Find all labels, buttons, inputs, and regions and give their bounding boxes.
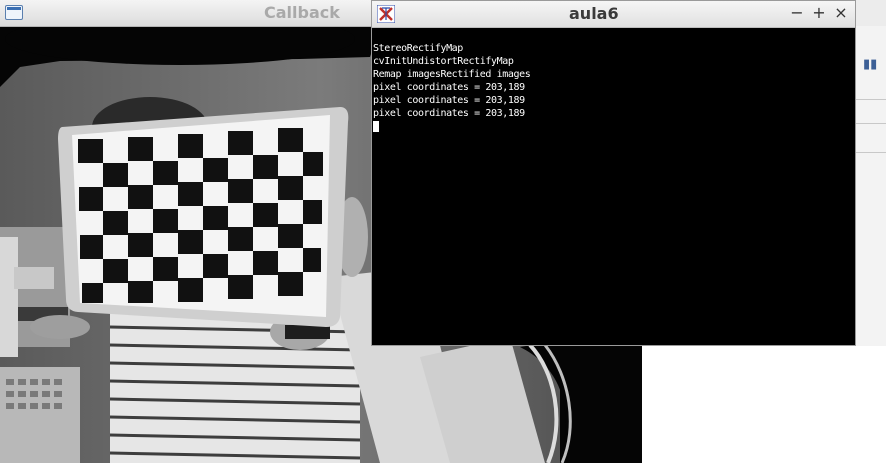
- terminal-window: aula6 − + × StereoRectifyMap cvInitUndis…: [371, 0, 856, 346]
- xterm-app-icon[interactable]: [376, 4, 396, 24]
- terminal-line: StereoRectifyMap: [373, 43, 463, 54]
- terminal-lines: StereoRectifyMap cvInitUndistortRectifyM…: [373, 42, 531, 133]
- terminal-output[interactable]: StereoRectifyMap cvInitUndistortRectifyM…: [372, 28, 855, 345]
- terminal-line: cvInitUndistortRectifyMap: [373, 56, 514, 67]
- terminal-title: aula6: [569, 4, 619, 23]
- callback-title: Callback: [264, 3, 340, 22]
- terminal-line: pixel coordinates = 203,189: [373, 108, 525, 119]
- maximize-button[interactable]: +: [810, 4, 828, 22]
- terminal-titlebar[interactable]: aula6 − + ×: [372, 1, 855, 28]
- terminal-line: pixel coordinates = 203,189: [373, 95, 525, 106]
- terminal-line: pixel coordinates = 203,189: [373, 82, 525, 93]
- terminal-line: Remap imagesRectified images: [373, 69, 531, 80]
- text-cursor: [373, 121, 379, 132]
- background-app-toolbar: ▮▮: [855, 26, 886, 346]
- divider: [856, 152, 886, 153]
- background-app-panel: [642, 346, 886, 463]
- terminal-cursor-line: [373, 120, 530, 133]
- divider: [856, 99, 886, 100]
- minimize-button[interactable]: −: [788, 4, 806, 22]
- columns-icon[interactable]: ▮▮: [863, 57, 877, 72]
- close-button[interactable]: ×: [832, 4, 850, 22]
- divider: [856, 123, 886, 124]
- window-menu-icon[interactable]: [5, 5, 23, 20]
